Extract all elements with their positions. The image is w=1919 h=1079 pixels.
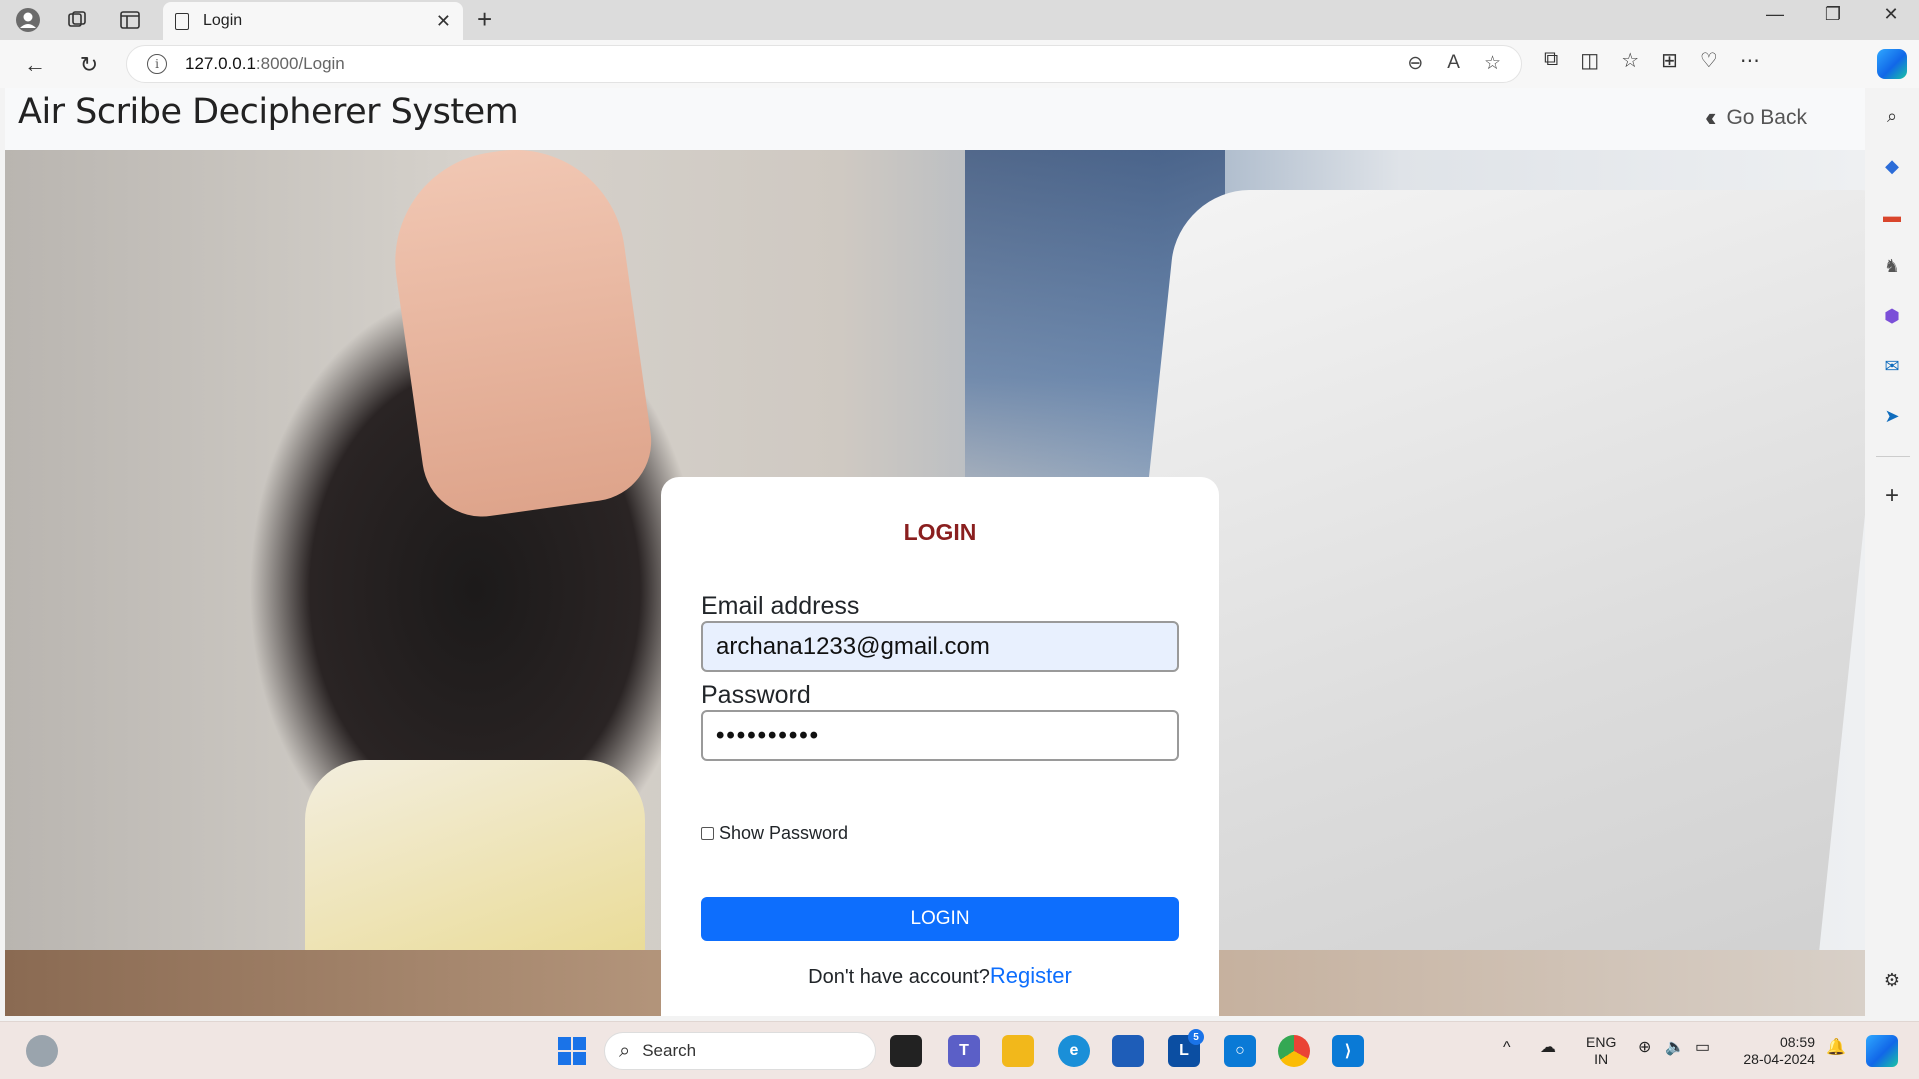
network-icon[interactable]: ⊕ (1638, 1039, 1651, 1056)
page-icon (175, 12, 189, 30)
sidebar-shopping-icon[interactable]: ◆ (1878, 152, 1906, 180)
cortana-icon[interactable]: ○ (1224, 1035, 1256, 1067)
task-view-icon[interactable] (890, 1035, 922, 1067)
notification-bell-icon[interactable]: 🔔 (1826, 1039, 1846, 1056)
favorite-star-icon[interactable]: ☆ (1484, 52, 1501, 75)
login-card: LOGIN Email address archana1233@gmail.co… (661, 477, 1219, 1016)
sidebar-tools-icon[interactable]: ▬ (1878, 202, 1906, 230)
sidebar-search-icon[interactable]: ⌕ (1878, 102, 1906, 130)
copilot-taskbar-icon[interactable] (1866, 1035, 1898, 1067)
browser-essentials-icon[interactable]: ♡ (1700, 48, 1718, 73)
sidebar-add-icon[interactable]: + (1878, 482, 1906, 510)
windows-taskbar: ⌕ Search T e L5 ○ ⟩ ^ ☁ ENG IN ⊕ 🔈 ▭ 08:… (0, 1021, 1919, 1079)
extensions-icon[interactable]: ⧉ (1544, 48, 1558, 73)
password-label: Password (701, 681, 811, 709)
sidebar-office-icon[interactable]: ⬢ (1878, 302, 1906, 330)
search-icon: ⌕ (619, 1039, 631, 1062)
minimize-icon[interactable]: — (1760, 4, 1790, 25)
register-link[interactable]: Register (990, 963, 1072, 988)
back-icon[interactable]: ← (20, 50, 50, 80)
url-host: 127.0.0.1 (185, 54, 256, 73)
email-label: Email address (701, 592, 860, 620)
read-aloud-icon[interactable]: A (1447, 52, 1460, 75)
address-bar[interactable]: i 127.0.0.1 :8000/Login ⊖ A ☆ (126, 45, 1522, 83)
sidebar-games-icon[interactable]: ♞ (1878, 252, 1906, 280)
more-menu-icon[interactable]: ⋯ (1740, 48, 1760, 73)
onedrive-icon[interactable]: ☁ (1540, 1039, 1556, 1056)
start-icon[interactable] (556, 1035, 588, 1067)
copilot-icon[interactable] (1877, 49, 1907, 79)
active-tab[interactable]: Login ✕ (163, 2, 463, 40)
taskbar-search-label: Search (642, 1041, 697, 1060)
edge-icon[interactable]: e (1058, 1035, 1090, 1067)
vscode-icon[interactable]: ⟩ (1332, 1035, 1364, 1067)
show-hidden-icons-icon[interactable]: ^ (1503, 1039, 1511, 1056)
notification-badge: 5 (1188, 1029, 1204, 1045)
no-account-text: Don't have account? (808, 966, 990, 988)
register-prompt: Don't have account?Register (661, 963, 1219, 989)
refresh-icon[interactable]: ↻ (74, 50, 104, 80)
store-icon[interactable] (1112, 1035, 1144, 1067)
edge-sidebar: ⌕ ◆ ▬ ♞ ⬢ ✉ ➤ + ⚙ (1866, 88, 1919, 1016)
favorites-icon[interactable]: ☆ (1621, 48, 1639, 73)
email-field[interactable]: archana1233@gmail.com (701, 621, 1179, 672)
sidebar-outlook-icon[interactable]: ✉ (1878, 352, 1906, 380)
taskbar-search[interactable]: ⌕ Search (604, 1032, 876, 1070)
lang-top: ENG (1586, 1034, 1617, 1050)
login-title: LOGIN (903, 519, 977, 545)
date: 28-04-2024 (1743, 1051, 1815, 1067)
teams-icon[interactable]: T (948, 1035, 980, 1067)
lang-bottom: IN (1594, 1051, 1609, 1067)
show-password-checkbox[interactable] (701, 827, 714, 840)
show-password-toggle[interactable]: Show Password (701, 823, 848, 844)
brand-title[interactable]: Air Scribe Decipherer System (18, 92, 519, 132)
top-navbar: Air Scribe Decipherer System ‹‹ Go Back (5, 88, 1865, 150)
workspaces-icon[interactable] (63, 6, 91, 34)
sidebar-send-icon[interactable]: ➤ (1878, 402, 1906, 430)
url-path: :8000/Login (255, 54, 345, 73)
collections-icon[interactable]: ⊞ (1661, 48, 1678, 73)
vertical-tabs-icon[interactable] (116, 6, 144, 34)
chrome-icon[interactable] (1278, 1035, 1310, 1067)
show-password-label: Show Password (719, 823, 849, 843)
site-info-icon[interactable]: i (147, 54, 167, 74)
new-tab-icon[interactable]: + (477, 4, 492, 35)
double-chevron-left-icon: ‹‹ (1705, 102, 1717, 132)
file-explorer-icon[interactable] (1002, 1035, 1034, 1067)
lenovo-icon[interactable]: L5 (1168, 1029, 1204, 1067)
clock[interactable]: 08:59 28-04-2024 (1735, 1034, 1815, 1068)
close-tab-icon[interactable]: ✕ (436, 11, 451, 32)
page-viewport: Air Scribe Decipherer System ‹‹ Go Back … (5, 88, 1865, 1016)
tab-title: Login (203, 12, 243, 29)
login-button[interactable]: LOGIN (701, 897, 1179, 941)
sidebar-settings-icon[interactable]: ⚙ (1878, 966, 1906, 994)
language-indicator[interactable]: ENG IN (1586, 1034, 1616, 1068)
browser-toolbar: ← ↻ i 127.0.0.1 :8000/Login ⊖ A ☆ ⧉ ◫ ☆ … (0, 40, 1919, 88)
weather-icon[interactable] (26, 1035, 58, 1067)
go-back-label: Go Back (1726, 105, 1807, 129)
profile-icon[interactable] (14, 6, 42, 34)
battery-icon[interactable]: ▭ (1695, 1039, 1710, 1056)
split-screen-icon[interactable]: ◫ (1580, 48, 1599, 73)
go-back-link[interactable]: ‹‹ Go Back (1705, 102, 1807, 133)
volume-icon[interactable]: 🔈 (1665, 1039, 1685, 1056)
password-field[interactable]: •••••••••• (701, 710, 1179, 761)
time: 08:59 (1779, 1034, 1815, 1050)
browser-tab-bar: Login ✕ + — ❐ ✕ (0, 0, 1919, 40)
zoom-out-icon[interactable]: ⊖ (1407, 52, 1423, 75)
window-close-icon[interactable]: ✕ (1876, 4, 1906, 25)
restore-icon[interactable]: ❐ (1818, 4, 1848, 25)
